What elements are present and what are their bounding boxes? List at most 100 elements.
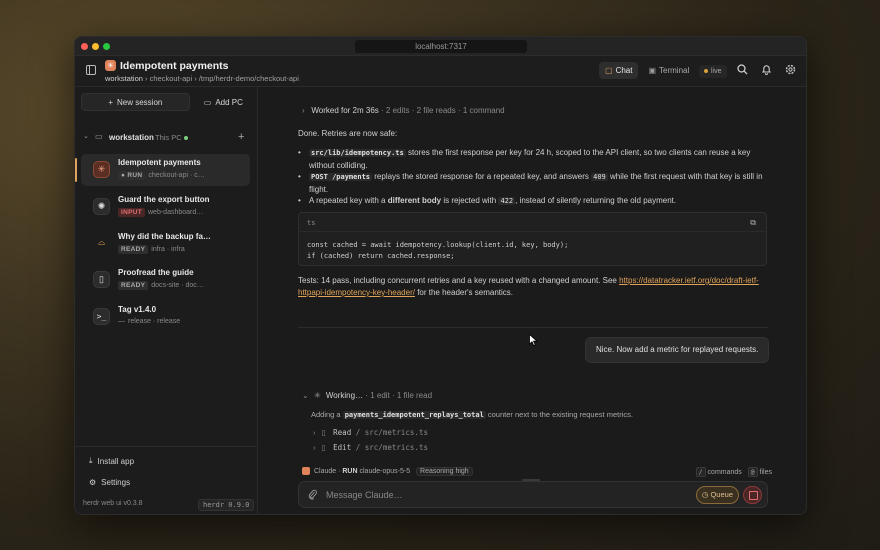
window-controls xyxy=(81,43,110,50)
download-icon: ⤓ xyxy=(89,456,93,465)
tests-tail: for the header's semantics. xyxy=(417,288,513,297)
breadcrumb-repo[interactable]: checkout-api xyxy=(150,74,193,83)
code-block: ts ⧉ const cached = await idempotency.lo… xyxy=(298,212,767,266)
worked-stats: · 2 edits · 2 file reads · 1 command xyxy=(381,106,505,115)
new-session-label: New session xyxy=(117,97,163,107)
inline-code: 422 xyxy=(498,197,516,205)
claude-icon: ✳ xyxy=(93,161,110,178)
session-meta: checkout-api · c… xyxy=(148,172,205,179)
gear-icon[interactable] xyxy=(785,64,796,78)
breadcrumb: workstation › checkout-api › /tmp/herdr-… xyxy=(105,74,299,83)
commands-label: commands xyxy=(707,469,742,476)
settings-button[interactable]: ⚙ Settings xyxy=(89,478,130,487)
session-name: Guard the export button xyxy=(118,195,210,204)
session-meta: web-dashboard… xyxy=(148,209,204,216)
tests-summary: Tests: 14 pass, including concurrent ret… xyxy=(298,275,770,299)
stop-button[interactable] xyxy=(743,486,762,504)
session-name: Idempotent payments xyxy=(118,158,201,167)
worked-summary[interactable]: › Worked for 2m 36s · 2 edits · 2 file r… xyxy=(302,106,505,115)
add-pc-button[interactable]: ▭ Add PC xyxy=(196,93,251,111)
minimize-window-button[interactable] xyxy=(92,43,99,50)
working-note-text: Adding a xyxy=(311,410,341,419)
inline-code: POST /payments xyxy=(309,173,373,181)
sidebar-footer-divider xyxy=(75,446,258,447)
message-divider xyxy=(298,327,768,328)
monitor-icon: ▭ xyxy=(203,97,212,107)
workspace-sub: This PC xyxy=(155,133,182,142)
file-icon: ▯ xyxy=(321,443,326,452)
chevron-right-icon: › xyxy=(313,428,316,437)
window-titlebar: localhost:7317 xyxy=(75,37,806,56)
online-dot xyxy=(184,136,188,140)
session-item[interactable]: >_ Tag v1.4.0 — release · release xyxy=(81,301,250,333)
new-session-button[interactable]: + New session xyxy=(81,93,190,111)
session-item[interactable]: ✳ Idempotent payments ● RUN checkout-api… xyxy=(75,154,250,186)
session-name: Why did the backup fa… xyxy=(118,232,211,241)
tab-terminal[interactable]: ▣ Terminal xyxy=(642,62,695,79)
commands-key: / xyxy=(695,467,706,477)
session-meta: release · release xyxy=(128,318,181,325)
gear-icon: ⚙ xyxy=(89,478,97,487)
web-version: herdr web ui v0.3.8 xyxy=(83,500,143,507)
claude-icon xyxy=(302,467,310,476)
message-input[interactable]: Message Claude… xyxy=(326,490,403,500)
working-note: Adding a payments_idempotent_replays_tot… xyxy=(311,410,633,419)
copy-icon[interactable]: ⧉ xyxy=(750,218,756,228)
agent-name[interactable]: Claude xyxy=(314,468,336,475)
list-item: src/lib/idempotency.ts stores the first … xyxy=(298,147,768,171)
paperclip-icon[interactable] xyxy=(308,489,317,503)
inline-code: 409 xyxy=(591,173,608,181)
code-line: const cached = await idempotency.lookup(… xyxy=(307,241,569,249)
breadcrumb-host[interactable]: workstation xyxy=(105,74,143,83)
plus-icon: + xyxy=(108,97,113,107)
session-item[interactable]: ▯ Proofread the guide READY docs-site · … xyxy=(81,264,250,296)
worked-label: Worked for 2m 36s xyxy=(311,106,379,115)
tool-call-edit[interactable]: › ▯ Edit / src/metrics.ts xyxy=(313,443,428,452)
install-app-button[interactable]: ⤓ Install app xyxy=(89,456,134,466)
list-item-text: while the first request with that key is… xyxy=(610,172,763,181)
code-line: if (cached) return cached.response; xyxy=(307,251,455,260)
list-item-text: without colliding. xyxy=(309,160,368,170)
session-name: Proofread the guide xyxy=(118,268,194,277)
working-stats: · 1 edit · 1 file read xyxy=(365,391,433,400)
chat-icon: ▢ xyxy=(605,66,613,75)
list-item-text: stores the first response per key for 24… xyxy=(407,148,751,157)
url-bar[interactable]: localhost:7317 xyxy=(355,40,527,53)
chevron-down-icon[interactable]: ⌄ xyxy=(83,132,89,140)
session-name: Tag v1.4.0 xyxy=(118,305,157,314)
list-item-text: is rejected with xyxy=(443,196,497,205)
user-message: Nice. Now add a metric for replayed requ… xyxy=(585,337,770,363)
active-indicator xyxy=(75,158,77,182)
queue-button[interactable]: ◷ Queue xyxy=(695,486,739,504)
list-item: POST /payments replays the stored respon… xyxy=(298,171,768,195)
model-name[interactable]: claude-opus-5-5 xyxy=(360,468,411,475)
session-item[interactable]: ⌓ Why did the backup fa… READY infra · i… xyxy=(81,228,250,260)
add-session-icon[interactable]: + xyxy=(238,131,244,143)
close-window-button[interactable] xyxy=(81,43,88,50)
session-item[interactable]: ✺ Guard the export button INPUT web-dash… xyxy=(81,191,250,223)
tool-call-read[interactable]: › ▯ Read / src/metrics.ts xyxy=(313,428,428,437)
view-tabs: ▢ Chat ▣ Terminal xyxy=(599,62,695,79)
maximize-window-button[interactable] xyxy=(103,43,110,50)
reasoning-badge[interactable]: Reasoning high xyxy=(416,467,473,476)
breadcrumb-path: /tmp/herdr-demo/checkout-api xyxy=(198,74,299,83)
files-label: files xyxy=(759,469,772,476)
tab-chat[interactable]: ▢ Chat xyxy=(599,62,639,79)
queue-label: Queue xyxy=(710,490,733,499)
search-icon[interactable] xyxy=(737,64,748,78)
terminal-icon: >_ xyxy=(93,308,110,325)
live-dot xyxy=(704,69,708,74)
claude-icon: ✳ xyxy=(105,60,116,71)
cli-version-badge: herdr 0.9.0 xyxy=(198,499,255,511)
openai-icon: ✺ xyxy=(93,198,110,215)
sidebar-toggle-icon[interactable] xyxy=(86,65,96,78)
chevron-right-icon: › xyxy=(313,443,316,452)
bell-icon[interactable] xyxy=(761,64,772,78)
file-icon: ▯ xyxy=(321,428,326,437)
shortcut-hints: / commands @ files xyxy=(695,467,772,477)
monitor-icon: ▭ xyxy=(95,132,103,141)
code-content: const cached = await idempotency.lookup(… xyxy=(307,240,568,261)
inline-code: src/lib/idempotency.ts xyxy=(309,149,406,157)
workspace-header[interactable]: ⌄ ▭ workstation This PC + xyxy=(75,131,258,146)
working-summary[interactable]: ⌄ ✳ Working… · 1 edit · 1 file read xyxy=(302,391,432,400)
